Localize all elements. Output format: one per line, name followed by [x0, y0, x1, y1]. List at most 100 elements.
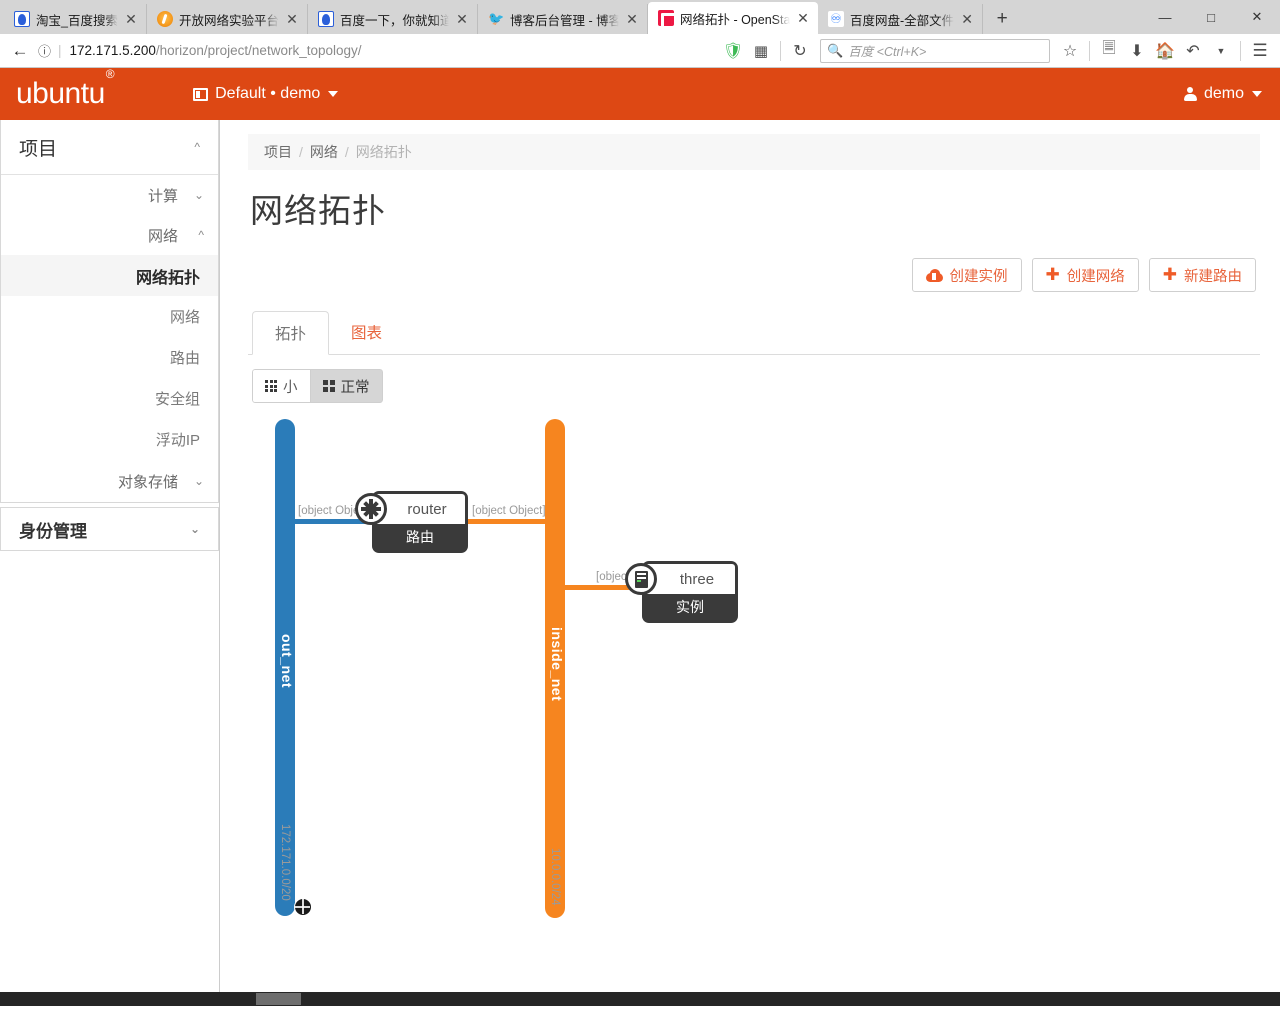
browser-tab-blog-admin[interactable]: 🐦 博客后台管理 - 博客园 ✕ — [478, 4, 648, 34]
sidebar-item-network-topology[interactable]: 网络拓扑 — [1, 255, 218, 296]
breadcrumb-separator: / — [345, 144, 349, 160]
context-switcher[interactable]: Default • demo — [193, 85, 338, 103]
sidebar-group-compute[interactable]: 计算 ⌄ — [1, 175, 218, 215]
tab-label: 图表 — [351, 325, 382, 342]
sidebar-item-networks[interactable]: 网络 — [1, 296, 218, 337]
divider — [1089, 41, 1090, 61]
reading-list-icon[interactable]: 🗏 — [1095, 37, 1123, 65]
topology-canvas[interactable]: out_net 172.171.0.0/20 inside_net 10.0.0… — [248, 419, 1258, 979]
topology-node-router[interactable]: router 路由 — [372, 491, 468, 553]
sidebar-header-project[interactable]: 项目 ^ — [1, 120, 218, 175]
breadcrumb-separator: / — [299, 144, 303, 160]
home-icon[interactable]: 🏠 — [1151, 37, 1179, 65]
ip-label-router-internal: [object Object] — [472, 505, 546, 517]
sidebar: 项目 ^ 计算 ⌄ 网络 ^ 网络拓扑 网络 路由 — [0, 120, 220, 1006]
chevron-down-icon: ⌄ — [194, 474, 204, 488]
user-menu[interactable]: demo — [1184, 68, 1262, 120]
reload-icon[interactable]: ↻ — [786, 37, 814, 65]
close-icon[interactable]: ✕ — [283, 10, 301, 28]
close-icon[interactable]: ✕ — [794, 9, 812, 27]
subnet-label-inside-net: 10.0.0.0/24 — [549, 848, 561, 906]
minimize-button[interactable]: — — [1142, 0, 1188, 34]
horizontal-scrollbar-thumb[interactable] — [256, 993, 301, 1005]
breadcrumb-item-network[interactable]: 网络 — [310, 142, 338, 162]
browser-tabstrip: 淘宝_百度搜索 ✕ 开放网络实验平台 ✕ 百度一下，你就知道 ✕ 🐦 博客后台管… — [0, 0, 1280, 34]
back-icon[interactable]: ← — [6, 37, 34, 65]
close-icon[interactable]: ✕ — [122, 10, 140, 28]
shield-icon[interactable]: 🛡 — [719, 37, 747, 65]
close-icon[interactable]: ✕ — [453, 10, 471, 28]
create-router-button[interactable]: ✚ 新建路由 — [1149, 258, 1256, 292]
launch-instance-button[interactable]: 创建实例 — [912, 258, 1022, 292]
sidebar-item-security-groups[interactable]: 安全组 — [1, 378, 218, 419]
logo-text: ubuntu — [16, 77, 105, 110]
tab-topology[interactable]: 拓扑 — [252, 311, 329, 355]
sidebar-group-label: 对象存储 — [118, 471, 178, 492]
browser-chrome: 淘宝_百度搜索 ✕ 开放网络实验平台 ✕ 百度一下，你就知道 ✕ 🐦 博客后台管… — [0, 0, 1280, 68]
server-glyph — [635, 571, 648, 588]
grid-normal-icon — [323, 380, 335, 392]
breadcrumb-item-project[interactable]: 项目 — [264, 142, 292, 162]
maximize-button[interactable]: □ — [1188, 0, 1234, 34]
network-label-out-net: out_net — [279, 634, 295, 688]
browser-tab-openstack[interactable]: 网络拓扑 - OpenStack Dashboard ✕ — [648, 2, 818, 34]
divider — [1240, 41, 1241, 61]
navbar-right-controls: 🛡 ▦ ↻ 🔍 百度 <Ctrl+K> ☆ 🗏 ⬇ 🏠 ↶ ▼ ☰ — [719, 37, 1274, 65]
browser-navbar: ← ⓘ | 172.171.5.200/horizon/project/netw… — [0, 34, 1280, 68]
url-path: /horizon/project/network_topology/ — [156, 43, 362, 58]
cloud-upload-icon — [926, 269, 943, 282]
baidupan-icon: ♾ — [828, 11, 844, 27]
breadcrumb: 项目 / 网络 / 网络拓扑 — [248, 134, 1260, 170]
browser-tab-open-network-lab[interactable]: 开放网络实验平台 ✕ — [147, 4, 308, 34]
browser-tab-baidu-pan[interactable]: ♾ 百度网盘-全部文件 ✕ — [818, 4, 983, 34]
close-icon[interactable]: ✕ — [958, 10, 976, 28]
chevron-down-icon[interactable]: ▼ — [1207, 37, 1235, 65]
sidebar-group-network[interactable]: 网络 ^ — [1, 215, 218, 255]
site-info-icon[interactable]: ⓘ — [38, 41, 51, 60]
openstack-icon — [658, 10, 674, 26]
new-tab-button[interactable]: + — [987, 4, 1017, 34]
chevron-down-icon: ⌄ — [190, 522, 200, 536]
dashboard-topbar: ubuntu® Default • demo demo — [0, 68, 1280, 120]
project-nav-panel: 项目 ^ 计算 ⌄ 网络 ^ 网络拓扑 网络 路由 — [0, 120, 219, 503]
breadcrumb-current: 网络拓扑 — [356, 142, 412, 162]
hamburger-menu-icon[interactable]: ☰ — [1246, 37, 1274, 65]
button-label: 创建网络 — [1067, 265, 1125, 286]
bookmark-star-icon[interactable]: ☆ — [1056, 37, 1084, 65]
sidebar-header-identity[interactable]: 身份管理 ⌄ — [0, 507, 219, 551]
download-icon[interactable]: ⬇ — [1123, 37, 1151, 65]
url-host: 172.171.5.200 — [70, 43, 156, 58]
sidebar-item-floating-ips[interactable]: 浮动IP — [1, 419, 218, 460]
sidebar-item-routers[interactable]: 路由 — [1, 337, 218, 378]
search-icon: 🔍 — [827, 43, 843, 59]
topology-node-instance[interactable]: three 实例 — [642, 561, 738, 623]
orange-circle-icon — [157, 11, 173, 27]
action-button-group: 创建实例 ✚ 创建网络 ✚ 新建路由 — [248, 258, 1260, 292]
browser-tab-taobao[interactable]: 淘宝_百度搜索 ✕ — [4, 4, 147, 34]
search-input[interactable]: 🔍 百度 <Ctrl+K> — [820, 39, 1050, 63]
qrcode-icon[interactable]: ▦ — [747, 37, 775, 65]
router-glyph — [361, 499, 381, 519]
divider — [780, 41, 781, 61]
chevron-down-icon: ⌄ — [194, 188, 204, 202]
close-window-button[interactable]: ✕ — [1234, 0, 1280, 34]
server-icon — [625, 563, 657, 595]
button-label: 新建路由 — [1184, 265, 1242, 286]
undo-icon[interactable]: ↶ — [1179, 37, 1207, 65]
toggle-small[interactable]: 小 — [252, 369, 311, 403]
button-label: 创建实例 — [950, 265, 1008, 286]
tab-graph[interactable]: 图表 — [329, 311, 404, 355]
node-name: three — [645, 564, 735, 594]
close-icon[interactable]: ✕ — [623, 10, 641, 28]
toggle-label: 正常 — [341, 376, 370, 397]
sidebar-group-object-store[interactable]: 对象存储 ⌄ — [1, 460, 218, 502]
search-placeholder: 百度 <Ctrl+K> — [848, 41, 926, 60]
blog-icon: 🐦 — [488, 11, 504, 27]
create-network-button[interactable]: ✚ 创建网络 — [1032, 258, 1139, 292]
url-bar[interactable]: ⓘ | 172.171.5.200/horizon/project/networ… — [34, 37, 719, 65]
router-icon — [355, 493, 387, 525]
node-type-label: 实例 — [645, 594, 735, 620]
browser-tab-baidu[interactable]: 百度一下，你就知道 ✕ — [308, 4, 478, 34]
toggle-normal[interactable]: 正常 — [311, 369, 383, 403]
url-text: 172.171.5.200/horizon/project/network_to… — [70, 43, 362, 58]
